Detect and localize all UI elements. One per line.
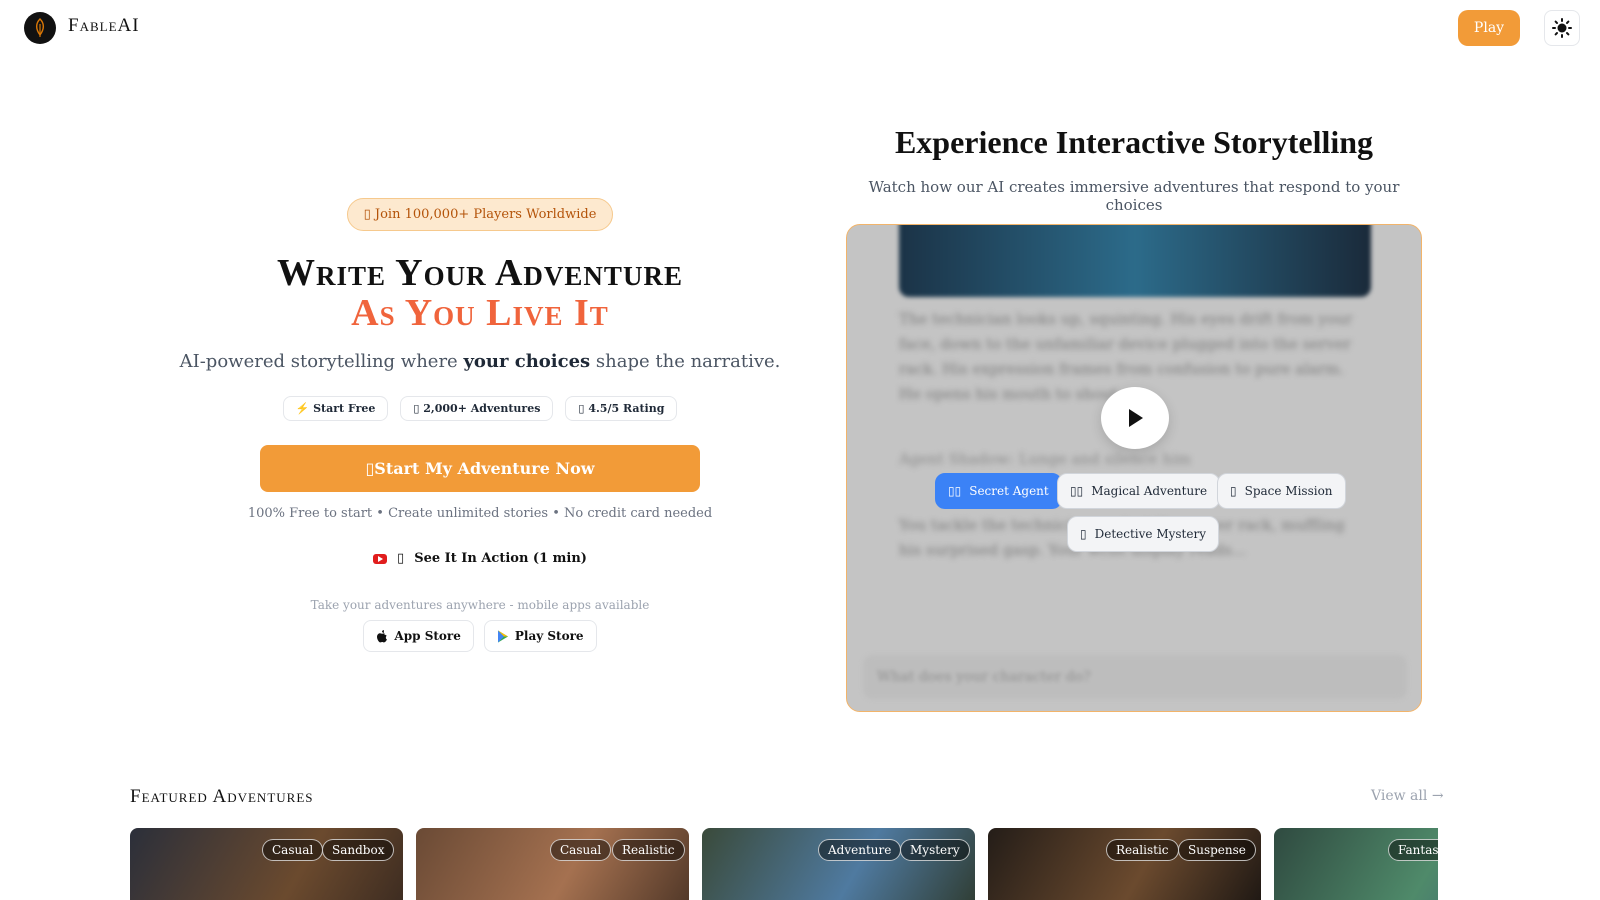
chip-space-mission[interactable]: ▯ Space Mission bbox=[1217, 473, 1346, 509]
card-tag: Sandbox bbox=[322, 839, 395, 861]
video-icon: ▯ bbox=[397, 551, 405, 566]
demo-title: Experience Interactive Storytelling bbox=[894, 124, 1374, 160]
agent-icon: ▯▯ bbox=[948, 484, 962, 498]
pill-adventures: ▯ 2,000+ Adventures bbox=[400, 396, 554, 421]
play-button[interactable]: Play bbox=[1458, 10, 1520, 46]
card-tag: Fantasy bbox=[1388, 839, 1438, 861]
demo-subtitle: Watch how our AI creates immersive adven… bbox=[868, 178, 1400, 214]
play-icon bbox=[1129, 409, 1143, 427]
sun-icon bbox=[1552, 18, 1572, 38]
play-video-button[interactable] bbox=[1101, 387, 1169, 449]
adventure-card[interactable]: Fantasy bbox=[1274, 828, 1438, 900]
demo-video-panel[interactable]: The technician looks up, squinting. His … bbox=[846, 224, 1422, 712]
story-image bbox=[899, 225, 1371, 297]
adventure-card[interactable]: Casual Realistic bbox=[416, 828, 689, 900]
star-icon: ▯ bbox=[363, 207, 375, 222]
see-in-action-link[interactable]: ▯ See It In Action (1 min) bbox=[160, 551, 800, 566]
brand-name[interactable]: FableAI bbox=[68, 15, 140, 37]
pill-rating: ▯ 4.5/5 Rating bbox=[565, 396, 678, 421]
hero-headline: Write Your Adventure bbox=[277, 252, 683, 294]
adventure-card[interactable]: Casual Sandbox bbox=[130, 828, 403, 900]
store-buttons: App Store Play Store bbox=[160, 620, 800, 652]
feature-pills: ⚡ Start Free ▯ 2,000+ Adventures ▯ 4.5/5… bbox=[160, 396, 800, 421]
card-tag: Realistic bbox=[612, 839, 685, 861]
hero-headline-accent: As You Live It bbox=[351, 292, 609, 334]
apple-icon bbox=[377, 629, 388, 642]
card-tag: Realistic bbox=[1106, 839, 1179, 861]
rocket-icon: ▯ bbox=[1230, 484, 1237, 498]
chip-secret-agent[interactable]: ▯▯ Secret Agent bbox=[935, 473, 1062, 509]
card-tag: Adventure bbox=[818, 839, 902, 861]
app-store-button[interactable]: App Store bbox=[363, 620, 474, 652]
magnifier-icon: ▯ bbox=[1080, 527, 1087, 541]
star-icon: ▯ bbox=[578, 402, 589, 415]
youtube-icon bbox=[373, 553, 388, 564]
chip-magical-adventure[interactable]: ▯▯ Magical Adventure bbox=[1057, 473, 1221, 509]
card-tag: Casual bbox=[550, 839, 612, 861]
featured-cards: Casual Sandbox Casual Realistic Adventur… bbox=[130, 828, 1438, 900]
pill-start-free: ⚡ Start Free bbox=[282, 396, 389, 421]
featured-title: Featured Adventures bbox=[130, 786, 314, 807]
start-adventure-button[interactable]: ▯ Start My Adventure Now bbox=[260, 445, 700, 492]
story-action: Agent Shadow: Lunge and silence him bbox=[899, 450, 1192, 468]
google-play-icon bbox=[497, 630, 508, 642]
hero-section: ▯ Join 100,000+ Players Worldwide Write … bbox=[160, 198, 800, 652]
chip-detective-mystery[interactable]: ▯ Detective Mystery bbox=[1067, 516, 1219, 552]
card-tag: Mystery bbox=[900, 839, 970, 861]
top-header: FableAI Play bbox=[0, 0, 1600, 56]
card-tag: Casual bbox=[262, 839, 324, 861]
view-all-link[interactable]: View all → bbox=[1371, 788, 1444, 804]
hero-subline: AI-powered storytelling where your choic… bbox=[179, 351, 781, 372]
play-store-button[interactable]: Play Store bbox=[483, 620, 597, 652]
wand-icon: ▯▯ bbox=[1070, 484, 1084, 498]
theme-toggle-button[interactable] bbox=[1544, 10, 1580, 46]
adventure-card[interactable]: Adventure Mystery bbox=[702, 828, 975, 900]
players-badge: ▯ Join 100,000+ Players Worldwide bbox=[346, 198, 614, 231]
logo-icon[interactable] bbox=[24, 12, 56, 44]
adventure-card[interactable]: Realistic Suspense bbox=[988, 828, 1261, 900]
book-icon: ▯ bbox=[413, 402, 424, 415]
rocket-icon: ▯ bbox=[365, 459, 375, 478]
cta-note: 100% Free to start • Create unlimited st… bbox=[247, 506, 713, 521]
mobile-apps-note: Take your adventures anywhere - mobile a… bbox=[310, 598, 650, 612]
action-input: What does your character do? bbox=[863, 655, 1407, 699]
card-tag: Suspense bbox=[1178, 839, 1256, 861]
